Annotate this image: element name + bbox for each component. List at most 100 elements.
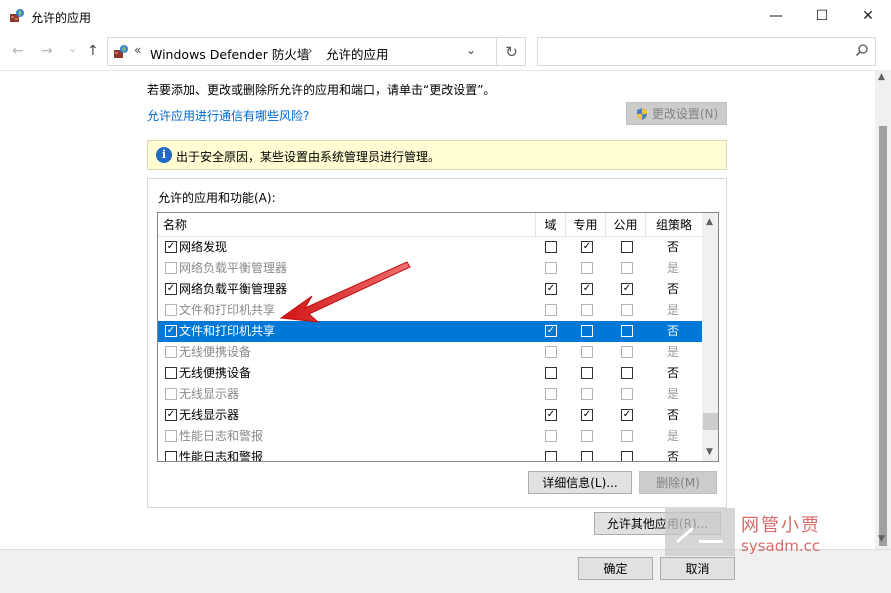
row-domain-checkbox[interactable] bbox=[545, 346, 557, 358]
list-scroll-down-icon[interactable]: ▼ bbox=[706, 447, 713, 457]
column-header-public[interactable]: 公用 bbox=[606, 213, 646, 237]
row-public-checkbox[interactable] bbox=[621, 262, 633, 274]
table-row[interactable]: ✓ 无线显示器 ✓ ✓ ✓ 否 bbox=[158, 405, 702, 426]
row-private-checkbox[interactable] bbox=[581, 451, 593, 461]
row-public-checkbox[interactable] bbox=[621, 367, 633, 379]
row-enabled-checkbox[interactable] bbox=[165, 262, 177, 274]
minimize-button[interactable]: — bbox=[753, 0, 799, 32]
row-domain-checkbox[interactable] bbox=[545, 367, 557, 379]
column-header-group-policy[interactable]: 组策略 bbox=[646, 213, 702, 237]
row-public-checkbox[interactable] bbox=[621, 388, 633, 400]
row-public-checkbox[interactable] bbox=[621, 451, 633, 461]
row-private-checkbox[interactable] bbox=[581, 430, 593, 442]
breadcrumb-allowed-apps[interactable]: 允许的应用 bbox=[326, 44, 389, 63]
row-public-checkbox[interactable] bbox=[621, 430, 633, 442]
delete-button[interactable]: 删除(M) bbox=[639, 471, 717, 494]
row-domain-checkbox[interactable] bbox=[545, 241, 557, 253]
maximize-button[interactable]: ☐ bbox=[799, 0, 845, 32]
column-header-domain[interactable]: 域 bbox=[536, 213, 566, 237]
table-row[interactable]: 性能日志和警报 是 bbox=[158, 426, 702, 447]
table-row[interactable]: 文件和打印机共享 是 bbox=[158, 300, 702, 321]
table-row[interactable]: 无线便携设备 是 bbox=[158, 342, 702, 363]
row-enabled-checkbox[interactable]: ✓ bbox=[165, 241, 177, 253]
close-button[interactable]: ✕ bbox=[845, 0, 891, 32]
row-private-checkbox[interactable] bbox=[581, 367, 593, 379]
table-row[interactable]: 无线显示器 是 bbox=[158, 384, 702, 405]
forward-arrow-icon[interactable]: → bbox=[41, 43, 53, 59]
refresh-button[interactable]: ↻ bbox=[496, 38, 526, 65]
ok-button[interactable]: 确定 bbox=[578, 557, 653, 580]
row-domain-checkbox[interactable] bbox=[545, 430, 557, 442]
row-public-checkbox[interactable] bbox=[621, 241, 633, 253]
minimize-icon: — bbox=[769, 8, 783, 24]
row-private-checkbox[interactable] bbox=[581, 346, 593, 358]
row-domain-checkbox[interactable] bbox=[545, 262, 557, 274]
table-row[interactable]: 无线便携设备 否 bbox=[158, 363, 702, 384]
row-enabled-checkbox[interactable] bbox=[165, 388, 177, 400]
row-private-checkbox[interactable] bbox=[581, 262, 593, 274]
row-private-checkbox[interactable]: ✓ bbox=[581, 409, 593, 421]
row-group-policy: 是 bbox=[666, 387, 679, 401]
row-private-checkbox[interactable] bbox=[581, 325, 593, 337]
row-enabled-checkbox[interactable] bbox=[165, 451, 177, 461]
row-private-checkbox[interactable]: ✓ bbox=[581, 241, 593, 253]
row-enabled-checkbox[interactable]: ✓ bbox=[165, 409, 177, 421]
address-bar[interactable]: « Windows Defender 防火墙 › 允许的应用 ⌄ ↻ bbox=[107, 37, 526, 66]
list-scrollbar-thumb[interactable] bbox=[703, 413, 718, 430]
row-public-checkbox[interactable] bbox=[621, 325, 633, 337]
row-private-checkbox[interactable] bbox=[581, 304, 593, 316]
breadcrumb-chevron-icon[interactable]: › bbox=[308, 44, 312, 57]
row-enabled-checkbox[interactable]: ✓ bbox=[165, 283, 177, 295]
scroll-down-icon[interactable]: ▼ bbox=[878, 534, 885, 544]
row-public-checkbox[interactable] bbox=[621, 304, 633, 316]
column-header-name[interactable]: 名称 bbox=[158, 213, 536, 237]
watermark-terminal-icon bbox=[676, 526, 723, 544]
table-row[interactable]: 性能日志和警报 否 bbox=[158, 447, 702, 461]
list-vertical-scrollbar[interactable]: ▲ ▼ bbox=[702, 213, 718, 461]
row-private-checkbox[interactable]: ✓ bbox=[581, 283, 593, 295]
address-dropdown-icon[interactable]: ⌄ bbox=[466, 43, 476, 57]
row-enabled-checkbox[interactable] bbox=[165, 430, 177, 442]
page-vertical-scrollbar[interactable]: ▲ ▼ bbox=[875, 70, 891, 549]
row-public-checkbox[interactable] bbox=[621, 346, 633, 358]
table-row[interactable]: 网络负载平衡管理器 是 bbox=[158, 258, 702, 279]
change-settings-button[interactable]: 更改设置(N) bbox=[626, 102, 727, 125]
row-enabled-checkbox[interactable] bbox=[165, 346, 177, 358]
risk-link[interactable]: 允许应用进行通信有哪些风险? bbox=[147, 107, 309, 124]
cancel-button[interactable]: 取消 bbox=[660, 557, 735, 580]
table-row[interactable]: ✓ 文件和打印机共享 ✓ 否 bbox=[158, 321, 702, 342]
row-group-policy: 是 bbox=[666, 261, 679, 275]
allowed-apps-list[interactable]: 名称 域 专用 公用 组策略 ✓ 网络发现 ✓ 否网络负载平衡管理器是 ✓ 网络负载平衡管… bbox=[157, 212, 719, 462]
row-private-checkbox[interactable] bbox=[581, 388, 593, 400]
row-enabled-checkbox[interactable]: ✓ bbox=[165, 325, 177, 337]
page-scrollbar-thumb[interactable] bbox=[879, 126, 887, 546]
table-row[interactable]: ✓ 网络发现 ✓ 否 bbox=[158, 237, 702, 258]
row-domain-checkbox[interactable]: ✓ bbox=[545, 325, 557, 337]
search-input[interactable] bbox=[537, 37, 876, 66]
row-domain-checkbox[interactable] bbox=[545, 388, 557, 400]
row-domain-checkbox[interactable] bbox=[545, 451, 557, 461]
row-domain-checkbox[interactable]: ✓ bbox=[545, 409, 557, 421]
row-enabled-checkbox[interactable] bbox=[165, 304, 177, 316]
close-icon: ✕ bbox=[862, 8, 874, 24]
list-header: 名称 域 专用 公用 组策略 bbox=[158, 213, 702, 237]
firewall-allowed-apps-window: 允许的应用 — ☐ ✕ ← → ⌄ ↑ « Windows Defender 防… bbox=[0, 0, 891, 593]
row-public-checkbox[interactable]: ✓ bbox=[621, 409, 633, 421]
breadcrumb-overflow-icon[interactable]: « bbox=[134, 43, 141, 57]
scroll-up-icon[interactable]: ▲ bbox=[878, 72, 885, 82]
row-public-checkbox[interactable]: ✓ bbox=[621, 283, 633, 295]
row-group-policy: 是 bbox=[666, 345, 679, 359]
breadcrumb-firewall[interactable]: Windows Defender 防火墙 bbox=[150, 44, 309, 63]
row-domain-checkbox[interactable] bbox=[545, 304, 557, 316]
row-domain-checkbox[interactable]: ✓ bbox=[545, 283, 557, 295]
up-arrow-icon[interactable]: ↑ bbox=[87, 43, 99, 59]
table-row[interactable]: ✓ 网络负载平衡管理器 ✓ ✓ ✓ 否 bbox=[158, 279, 702, 300]
row-group-policy: 否 bbox=[666, 240, 679, 254]
list-scroll-up-icon[interactable]: ▲ bbox=[706, 217, 713, 227]
details-button[interactable]: 详细信息(L)... bbox=[528, 471, 632, 494]
admin-info-bar: i 出于安全原因，某些设置由系统管理员进行管理。 bbox=[147, 140, 727, 170]
row-enabled-checkbox[interactable] bbox=[165, 367, 177, 379]
recent-locations-icon[interactable]: ⌄ bbox=[68, 42, 77, 55]
back-arrow-icon[interactable]: ← bbox=[12, 43, 24, 59]
column-header-private[interactable]: 专用 bbox=[566, 213, 606, 237]
